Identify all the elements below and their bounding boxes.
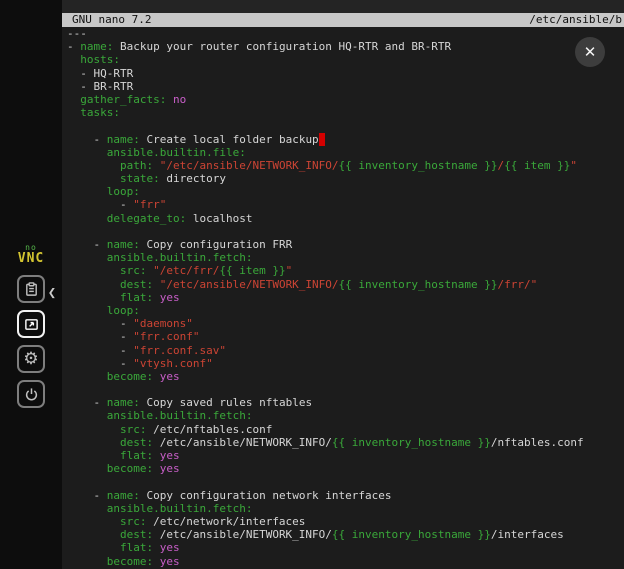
screen: no VNC xyxy=(0,0,624,569)
editor-line: ansible.builtin.file: xyxy=(67,146,624,159)
editor-line: src: "/etc/frr/{{ item }}" xyxy=(67,264,624,277)
terminal-window: GNU nano 7.2 /etc/ansible/b ---- name: B… xyxy=(62,0,624,569)
editor-line: loop: xyxy=(67,185,624,198)
editor-line xyxy=(67,383,624,396)
clipboard-button[interactable] xyxy=(17,275,45,303)
editor-line: state: directory xyxy=(67,172,624,185)
editor-line: ansible.builtin.fetch: xyxy=(67,502,624,515)
novnc-logo-bottom: VNC xyxy=(18,252,44,265)
close-button[interactable]: ✕ xyxy=(575,37,605,67)
editor-line: path: "/etc/ansible/NETWORK_INFO/{{ inve… xyxy=(67,159,624,172)
nano-titlebar: GNU nano 7.2 /etc/ansible/b xyxy=(62,13,624,27)
editor-line xyxy=(67,225,624,238)
novnc-logo: no VNC xyxy=(18,244,44,265)
gear-icon: ⚙ xyxy=(23,351,38,368)
editor-line: --- xyxy=(67,27,624,40)
editor-line: gather_facts: no xyxy=(67,93,624,106)
nano-file-path: /etc/ansible/b xyxy=(529,13,622,27)
close-icon: ✕ xyxy=(584,43,597,61)
editor-line: flat: yes xyxy=(67,541,624,554)
editor-line xyxy=(67,119,624,132)
editor-line: - name: Copy configuration network inter… xyxy=(67,489,624,502)
editor-line: - name: Create local folder backup xyxy=(67,133,624,146)
editor-line: - name: Copy configuration FRR xyxy=(67,238,624,251)
editor-line: - "vtysh.conf" xyxy=(67,357,624,370)
editor-line: - "frr.conf.sav" xyxy=(67,344,624,357)
editor-content[interactable]: ---- name: Backup your router configurat… xyxy=(62,27,624,569)
nano-app-title: GNU nano 7.2 xyxy=(72,13,151,27)
editor-line: dest: /etc/ansible/NETWORK_INFO/{{ inven… xyxy=(67,436,624,449)
editor-line: loop: xyxy=(67,304,624,317)
editor-line: - "frr" xyxy=(67,198,624,211)
editor-line: flat: yes xyxy=(67,449,624,462)
editor-line: flat: yes xyxy=(67,291,624,304)
power-button[interactable] xyxy=(17,380,45,408)
editor-line: - BR-RTR xyxy=(67,80,624,93)
editor-line: - "frr.conf" xyxy=(67,330,624,343)
editor-line: - "daemons" xyxy=(67,317,624,330)
control-bar-stack: no VNC xyxy=(0,244,62,408)
settings-button[interactable]: ⚙ xyxy=(17,345,45,373)
editor-line: src: /etc/network/interfaces xyxy=(67,515,624,528)
editor-line: hosts: xyxy=(67,53,624,66)
editor-line: - name: Backup your router configuration… xyxy=(67,40,624,53)
fullscreen-icon xyxy=(24,317,39,332)
editor-line xyxy=(67,475,624,488)
control-bar-handle[interactable]: ❮ xyxy=(45,282,59,304)
vnc-control-bar: no VNC xyxy=(0,0,62,569)
editor-line: - HQ-RTR xyxy=(67,67,624,80)
editor-line: delegate_to: localhost xyxy=(67,212,624,225)
editor-line: dest: /etc/ansible/NETWORK_INFO/{{ inven… xyxy=(67,528,624,541)
editor-line: become: yes xyxy=(67,370,624,383)
fullscreen-button[interactable] xyxy=(17,310,45,338)
editor-line: src: /etc/nftables.conf xyxy=(67,423,624,436)
editor-line: dest: "/etc/ansible/NETWORK_INFO/{{ inve… xyxy=(67,278,624,291)
editor-line: ansible.builtin.fetch: xyxy=(67,409,624,422)
editor-line: - name: Copy saved rules nftables xyxy=(67,396,624,409)
editor-line: ansible.builtin.fetch: xyxy=(67,251,624,264)
editor-line: become: yes xyxy=(67,462,624,475)
editor-line: become: yes xyxy=(67,555,624,568)
editor-line: tasks: xyxy=(67,106,624,119)
power-icon xyxy=(24,387,39,402)
clipboard-icon xyxy=(24,282,39,297)
